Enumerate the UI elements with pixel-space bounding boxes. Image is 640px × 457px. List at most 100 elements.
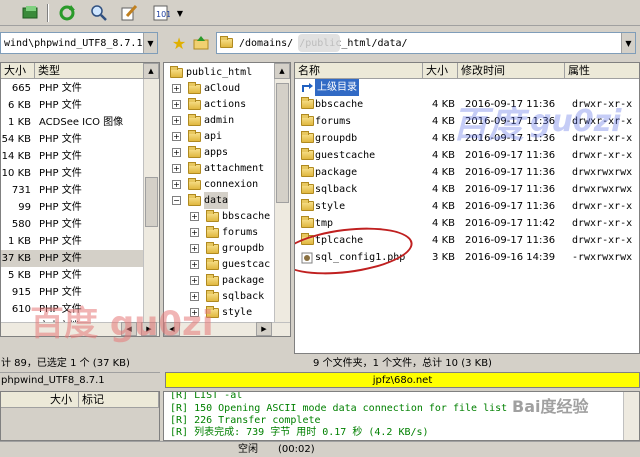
expand-icon[interactable]: + — [190, 212, 199, 221]
expand-icon[interactable]: + — [172, 116, 181, 125]
table-row[interactable]: 610 PHP 文件 — [1, 301, 143, 318]
file-size-cell: 610 — [11, 304, 31, 315]
table-row[interactable]: forums 4 KB 2016-09-17 11:36 drwxr-xr-x — [295, 113, 639, 130]
tree-item-bbscache[interactable]: + bbscache — [164, 208, 274, 225]
connect-icon[interactable] — [20, 3, 42, 23]
table-row[interactable]: groupdb 4 KB 2016-09-17 11:36 drwxr-xr-x — [295, 130, 639, 147]
attributes-cell: drwxr-xr-x — [572, 218, 633, 229]
tree-item-data[interactable]: − data — [164, 192, 274, 209]
folder-icon — [301, 182, 314, 194]
log-vertical-scrollbar[interactable] — [623, 392, 639, 440]
attributes-cell: drwxr-xr-x — [572, 99, 633, 110]
table-row[interactable]: 99 PHP 文件 — [1, 199, 143, 216]
queue-header-flag[interactable]: 标记 — [79, 392, 159, 408]
table-row[interactable]: 14 KB PHP 文件 — [1, 148, 143, 165]
edit-icon[interactable] — [118, 3, 140, 23]
local-vertical-scrollbar[interactable]: ▲ — [143, 63, 159, 323]
tree-item-style[interactable]: + style — [164, 304, 274, 321]
file-size-cell: 54 KB — [1, 134, 31, 145]
table-row[interactable]: 6 KB PHP 文件 — [1, 97, 143, 114]
table-row[interactable]: package 4 KB 2016-09-17 11:36 drwxrwxrwx — [295, 164, 639, 181]
expand-icon[interactable]: + — [190, 276, 199, 285]
table-row[interactable]: 1 KB ACDSee ICO 图像 — [1, 114, 143, 131]
tree-item-package[interactable]: + package — [164, 272, 274, 289]
refresh-icon[interactable] — [56, 3, 78, 23]
table-row[interactable]: 915 PHP 文件 — [1, 284, 143, 301]
chevron-down-icon[interactable]: ▼ — [143, 33, 157, 53]
modified-date-cell: 2016-09-17 11:36 — [465, 99, 556, 110]
tree-item-sqlback[interactable]: + sqlback — [164, 288, 274, 305]
scroll-up-arrow-icon[interactable]: ▲ — [143, 63, 159, 79]
tree-item-apps[interactable]: + apps — [164, 144, 274, 161]
expand-icon[interactable]: + — [172, 84, 181, 93]
tree-item-connexion[interactable]: + connexion — [164, 176, 274, 193]
tree-item-label: public_html — [186, 67, 253, 78]
tree-item-aCloud[interactable]: + aCloud — [164, 80, 274, 97]
expand-icon[interactable]: + — [190, 228, 199, 237]
properties-icon[interactable]: 101 — [150, 3, 172, 23]
table-row[interactable]: 1 KB PHP 文件 — [1, 233, 143, 250]
up-folder-icon[interactable] — [190, 33, 212, 53]
remote-path-combo[interactable]: /domains/ /public_html/data/ ▼ — [216, 32, 636, 54]
expand-icon[interactable]: + — [172, 100, 181, 109]
tree-item-label: data — [204, 192, 229, 209]
tree-horizontal-scrollbar[interactable]: ◀ ▶ — [164, 322, 290, 336]
expand-icon[interactable]: + — [172, 164, 181, 173]
table-row[interactable]: 54 KB PHP 文件 — [1, 131, 143, 148]
table-row[interactable]: 731 PHP 文件 — [1, 182, 143, 199]
file-size-cell: 4 KB — [432, 218, 455, 229]
expand-icon[interactable]: + — [190, 260, 199, 269]
scroll-up-arrow-icon[interactable]: ▲ — [274, 63, 290, 79]
table-row[interactable]: 37 KB PHP 文件 — [1, 250, 143, 267]
chevron-down-icon[interactable]: ▼ — [621, 33, 635, 53]
queue-header-size[interactable]: 大小 — [1, 392, 79, 408]
table-row[interactable]: 580 PHP 文件 — [1, 216, 143, 233]
table-row[interactable]: guestcache 4 KB 2016-09-17 11:36 drwxr-xr-x — [295, 147, 639, 164]
elapsed-time: (00:02) — [278, 444, 315, 455]
expand-icon[interactable]: + — [172, 148, 181, 157]
table-row[interactable]: 665 PHP 文件 — [1, 80, 143, 97]
col-header-size[interactable]: 大小 — [1, 63, 35, 79]
table-row[interactable]: bbscache 4 KB 2016-09-17 11:36 drwxr-xr-x — [295, 96, 639, 113]
tree-item-actions[interactable]: + actions — [164, 96, 274, 113]
toolbar-dropdown-icon[interactable]: ▼ — [173, 3, 187, 23]
scroll-left-arrow-icon[interactable]: ◀ — [164, 322, 180, 336]
file-size-cell: 665 — [11, 83, 31, 94]
scroll-thumb[interactable] — [145, 177, 158, 227]
expand-icon[interactable]: + — [190, 292, 199, 301]
scroll-thumb[interactable] — [276, 83, 289, 203]
tree-item-forums[interactable]: + forums — [164, 224, 274, 241]
tree-item-groupdb[interactable]: + groupdb — [164, 240, 274, 257]
col-header-size[interactable]: 大小 — [423, 63, 458, 79]
tree-item-admin[interactable]: + admin — [164, 112, 274, 129]
tree-item-attachment[interactable]: + attachment — [164, 160, 274, 177]
search-icon[interactable] — [88, 3, 110, 23]
tree-item-label: api — [204, 131, 223, 142]
tree-vertical-scrollbar[interactable]: ▲ — [274, 63, 290, 323]
col-header-attributes[interactable]: 属性 — [565, 63, 639, 79]
tree-item-guestcac[interactable]: + guestcac — [164, 256, 274, 273]
scroll-left-arrow-icon[interactable]: ◀ — [121, 322, 137, 336]
scroll-right-arrow-icon[interactable]: ▶ — [141, 322, 157, 336]
file-type-cell: PHP 文件 — [39, 304, 82, 315]
tree-item-api[interactable]: + api — [164, 128, 274, 145]
expand-icon[interactable]: + — [172, 132, 181, 141]
favorite-star-icon[interactable]: ★ — [168, 33, 190, 53]
expand-icon[interactable]: + — [190, 244, 199, 253]
scroll-right-arrow-icon[interactable]: ▶ — [256, 322, 272, 336]
table-row[interactable]: 10 KB PHP 文件 — [1, 165, 143, 182]
table-row[interactable]: style 4 KB 2016-09-17 11:36 drwxr-xr-x — [295, 198, 639, 215]
table-row[interactable]: sqlback 4 KB 2016-09-17 11:36 drwxrwxrwx — [295, 181, 639, 198]
col-header-modified[interactable]: 修改时间 — [458, 63, 565, 79]
tree-item-public_html[interactable]: public_html — [164, 64, 274, 81]
local-horizontal-scrollbar[interactable]: ◀ ▶ — [1, 322, 159, 336]
collapse-icon[interactable]: − — [172, 196, 181, 205]
expand-icon[interactable]: + — [172, 180, 181, 189]
col-header-name[interactable]: 名称 — [295, 63, 423, 79]
table-row[interactable]: 上级目录 — [295, 79, 639, 96]
local-path-combo[interactable]: wind\phpwind_UTF8_8.7.1 ▼ — [0, 32, 158, 54]
col-header-type[interactable]: 类型 — [35, 63, 145, 79]
expand-icon[interactable]: + — [190, 308, 199, 317]
table-row[interactable]: 5 KB PHP 文件 — [1, 267, 143, 284]
local-status: 计 89，已选定 1 个 (37 KB) — [0, 356, 160, 372]
